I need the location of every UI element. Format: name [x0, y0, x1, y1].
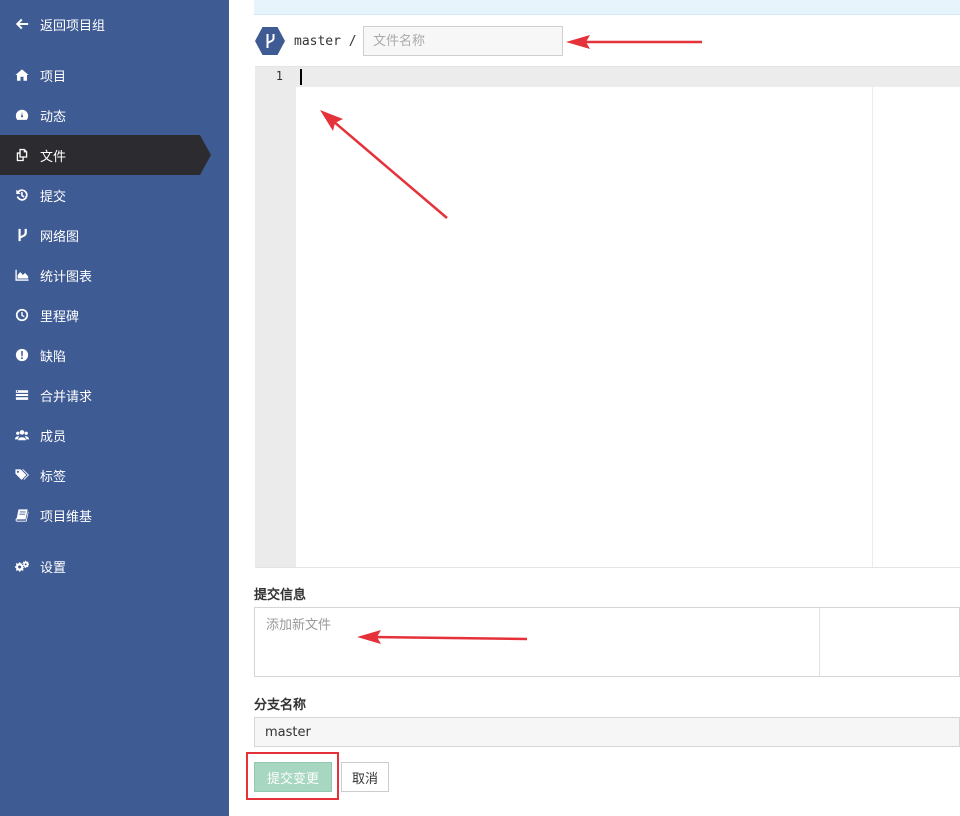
- commit-message-label: 提交信息: [254, 588, 307, 603]
- branch-hex-icon: [255, 27, 285, 55]
- sidebar-item-issues[interactable]: 缺陷: [0, 335, 229, 375]
- commit-message-box: [254, 607, 960, 677]
- sidebar-item-activity[interactable]: 动态: [0, 95, 229, 135]
- sidebar-item-label: 设置: [40, 560, 67, 576]
- exclamation-icon: [14, 347, 30, 363]
- editor-print-margin: [872, 67, 873, 567]
- sidebar: 返回项目组 项目 动态 文件 提交 网络图 统计图表 里程碑 缺陷 合并请求 成…: [0, 0, 229, 816]
- branch-path-label: master /: [294, 34, 357, 49]
- commit-message-textarea[interactable]: [255, 608, 820, 676]
- home-icon: [14, 67, 30, 83]
- sidebar-item-label: 网络图: [40, 229, 80, 245]
- submit-changes-button[interactable]: 提交变更: [254, 762, 332, 792]
- annotation-arrowhead-filename: [566, 35, 590, 49]
- cancel-button[interactable]: 取消: [341, 762, 389, 792]
- tags-icon: [14, 467, 30, 483]
- sidebar-item-milestones[interactable]: 里程碑: [0, 295, 229, 335]
- list-icon: [14, 387, 30, 403]
- sidebar-item-label: 统计图表: [40, 269, 93, 285]
- sidebar-item-tags[interactable]: 标签: [0, 455, 229, 495]
- sidebar-item-back-to-group[interactable]: 返回项目组: [0, 4, 229, 44]
- arrow-left-icon: [14, 16, 30, 32]
- book-icon: [14, 507, 30, 523]
- sidebar-item-files[interactable]: 文件: [0, 135, 211, 175]
- sidebar-item-members[interactable]: 成员: [0, 415, 229, 455]
- branch-name-label: 分支名称: [254, 698, 307, 713]
- sidebar-item-label: 提交: [40, 189, 67, 205]
- info-banner: [254, 0, 960, 15]
- sidebar-item-charts[interactable]: 统计图表: [0, 255, 229, 295]
- clock-icon: [14, 307, 30, 323]
- history-icon: [14, 187, 30, 203]
- sidebar-item-merge-requests[interactable]: 合并请求: [0, 375, 229, 415]
- branch-name-input[interactable]: [254, 717, 960, 747]
- sidebar-item-label: 返回项目组: [40, 18, 106, 34]
- sidebar-item-label: 项目维基: [40, 509, 93, 525]
- sidebar-item-label: 项目: [40, 69, 67, 85]
- branch-badge: [255, 27, 285, 55]
- sidebar-item-wiki[interactable]: 项目维基: [0, 495, 229, 535]
- text-cursor: [300, 69, 302, 85]
- editor-active-line: [296, 67, 960, 87]
- editor-gutter: 1: [255, 67, 296, 567]
- sidebar-item-project[interactable]: 项目: [0, 55, 229, 95]
- sidebar-item-network[interactable]: 网络图: [0, 215, 229, 255]
- area-chart-icon: [14, 267, 30, 283]
- branch-name: master: [294, 34, 341, 49]
- cogs-icon: [14, 558, 30, 574]
- files-icon: [14, 147, 30, 163]
- dashboard-icon: [14, 107, 30, 123]
- file-name-input[interactable]: [363, 26, 563, 56]
- sidebar-item-label: 标签: [40, 469, 67, 485]
- sidebar-item-label: 里程碑: [40, 309, 80, 325]
- sidebar-item-label: 文件: [40, 149, 67, 165]
- path-separator: /: [348, 34, 357, 49]
- code-editor[interactable]: 1: [255, 66, 960, 568]
- sidebar-item-label: 动态: [40, 109, 67, 125]
- sidebar-item-commits[interactable]: 提交: [0, 175, 229, 215]
- users-icon: [14, 427, 30, 443]
- branch-icon: [14, 227, 30, 243]
- sidebar-item-label: 合并请求: [40, 389, 93, 405]
- sidebar-item-label: 成员: [40, 429, 67, 445]
- line-number: 1: [275, 69, 283, 83]
- sidebar-item-settings[interactable]: 设置: [0, 546, 229, 586]
- sidebar-item-label: 缺陷: [40, 349, 67, 365]
